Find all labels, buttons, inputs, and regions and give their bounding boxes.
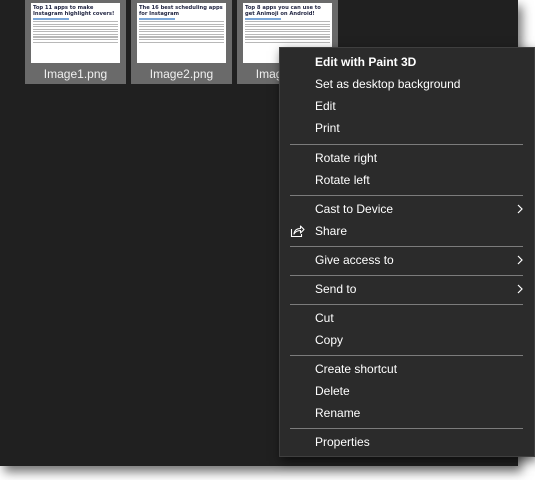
menu-item-label: Share xyxy=(315,224,348,238)
menu-item-print[interactable]: Print xyxy=(280,117,534,139)
menu-item-share[interactable]: Share xyxy=(280,220,534,242)
menu-item-label: Cast to Device xyxy=(315,202,394,216)
thumbnail-title: The 16 best scheduling apps for Instagra… xyxy=(139,5,223,17)
menu-item-label: Create shortcut xyxy=(315,362,398,376)
menu-item-label: Rotate right xyxy=(315,151,378,165)
menu-item-edit[interactable]: Edit xyxy=(280,95,534,117)
menu-item-properties[interactable]: Properties xyxy=(280,431,534,453)
menu-item-rename[interactable]: Rename xyxy=(280,402,534,424)
menu-separator xyxy=(290,428,523,429)
menu-item-rotate-left[interactable]: Rotate left xyxy=(280,169,534,191)
menu-separator xyxy=(290,275,523,276)
menu-item-label: Set as desktop background xyxy=(315,77,461,91)
thumbnail-title: Top 11 apps to make Instagram highlight … xyxy=(33,5,115,17)
file-item-image2[interactable]: The 16 best scheduling apps for Instagra… xyxy=(131,0,232,84)
file-name: Image1.png xyxy=(43,67,108,81)
menu-item-delete[interactable]: Delete xyxy=(280,380,534,402)
menu-separator xyxy=(290,246,523,247)
menu-item-set-as-desktop-background[interactable]: Set as desktop background xyxy=(280,73,534,95)
menu-separator xyxy=(290,195,523,196)
menu-item-give-access-to[interactable]: Give access to xyxy=(280,249,534,271)
menu-item-send-to[interactable]: Send to xyxy=(280,278,534,300)
menu-item-copy[interactable]: Copy xyxy=(280,329,534,351)
thumbnail-title: Top 8 apps you can use to get Animoji on… xyxy=(245,5,321,17)
menu-item-label: Rename xyxy=(315,406,361,420)
chevron-right-icon xyxy=(517,284,523,294)
menu-item-label: Rotate left xyxy=(315,173,370,187)
menu-separator xyxy=(290,355,523,356)
menu-item-label: Print xyxy=(315,121,340,135)
menu-separator xyxy=(290,144,523,145)
chevron-right-icon xyxy=(517,204,523,214)
menu-separator xyxy=(290,304,523,305)
file-item-image1[interactable]: Top 11 apps to make Instagram highlight … xyxy=(25,0,126,84)
menu-item-create-shortcut[interactable]: Create shortcut xyxy=(280,358,534,380)
share-icon xyxy=(290,225,305,238)
menu-item-label: Edit xyxy=(315,99,336,113)
chevron-right-icon xyxy=(517,255,523,265)
file-name: Image2.png xyxy=(149,67,214,81)
menu-item-label: Give access to xyxy=(315,253,394,267)
menu-item-label: Cut xyxy=(315,311,334,325)
menu-item-label: Properties xyxy=(315,435,370,449)
file-thumbnail: The 16 best scheduling apps for Instagra… xyxy=(137,3,226,63)
menu-item-edit-with-paint-3d[interactable]: Edit with Paint 3D xyxy=(280,51,534,73)
menu-item-cast-to-device[interactable]: Cast to Device xyxy=(280,198,534,220)
menu-item-cut[interactable]: Cut xyxy=(280,307,534,329)
menu-item-label: Send to xyxy=(315,282,357,296)
context-menu: Edit with Paint 3D Set as desktop backgr… xyxy=(279,47,535,457)
menu-item-rotate-right[interactable]: Rotate right xyxy=(280,147,534,169)
menu-item-label: Edit with Paint 3D xyxy=(315,55,417,69)
menu-item-label: Delete xyxy=(315,384,350,398)
file-thumbnail: Top 11 apps to make Instagram highlight … xyxy=(31,3,120,63)
menu-item-label: Copy xyxy=(315,333,344,347)
